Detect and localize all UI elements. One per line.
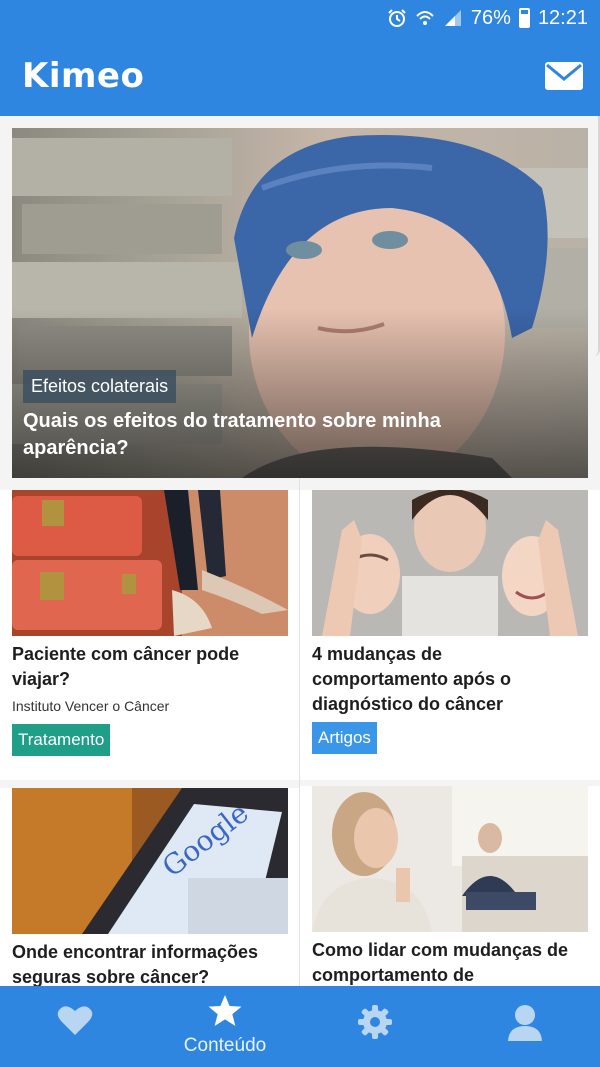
article-card-image [312, 786, 588, 932]
battery-icon [518, 8, 530, 28]
featured-article-title: Quais os efeitos do tratamento sobre min… [23, 410, 441, 459]
article-card-title: Onde encontrar informações seguras sobre… [12, 942, 259, 986]
article-card-image [12, 490, 288, 636]
article-card-behavior[interactable]: 4 mudanças de comportamento após o diagn… [300, 490, 600, 780]
article-card-image: Google [12, 788, 288, 934]
article-card-coping[interactable]: Como lidar com mudanças de comportamento… [300, 786, 600, 986]
star-icon [208, 995, 242, 1026]
nav-content-label: Conteúdo [183, 1035, 267, 1056]
article-card-source: Instituto Vencer o Câncer [12, 698, 170, 714]
scroll-indicator [592, 116, 600, 356]
app-bar: Kimeo [0, 36, 600, 116]
article-card-category[interactable]: Artigos [312, 722, 377, 754]
article-card-title: Paciente com câncer pode viajar? [12, 644, 240, 689]
heart-icon [57, 1006, 93, 1035]
featured-article-category[interactable]: Efeitos colaterais [23, 370, 177, 403]
alarm-icon [388, 9, 406, 27]
article-card-category[interactable]: Tratamento [12, 724, 111, 756]
mail-button[interactable] [544, 59, 584, 93]
content-feed[interactable]: Efeitos colaterais Quais os efeitos do t… [0, 116, 600, 986]
gear-icon [358, 1005, 392, 1039]
app-logo: Kimeo [22, 56, 145, 96]
wifi-icon [416, 11, 434, 25]
clock: 12:21 [537, 6, 588, 29]
signal-icon [444, 10, 461, 26]
nav-content[interactable]: Conteúdo [150, 986, 300, 1067]
article-card-image [312, 490, 588, 636]
article-card-search[interactable]: Google Onde encontrar informações segura… [0, 788, 299, 986]
nav-favorites[interactable] [0, 986, 150, 1067]
nav-settings[interactable] [300, 986, 450, 1067]
status-bar: 76% 12:21 [0, 0, 600, 36]
battery-percent: 76% [470, 6, 511, 29]
mail-icon [545, 62, 583, 90]
featured-article[interactable]: Efeitos colaterais Quais os efeitos do t… [12, 128, 588, 478]
bottom-navigation: Conteúdo [0, 986, 600, 1067]
article-card-travel[interactable]: Paciente com câncer pode viajar? Institu… [0, 490, 299, 780]
nav-profile[interactable] [450, 986, 600, 1067]
user-icon [508, 1005, 542, 1041]
article-card-title: Como lidar com mudanças de comportamento… [312, 940, 569, 985]
article-card-title: 4 mudanças de comportamento após o diagn… [312, 644, 512, 714]
